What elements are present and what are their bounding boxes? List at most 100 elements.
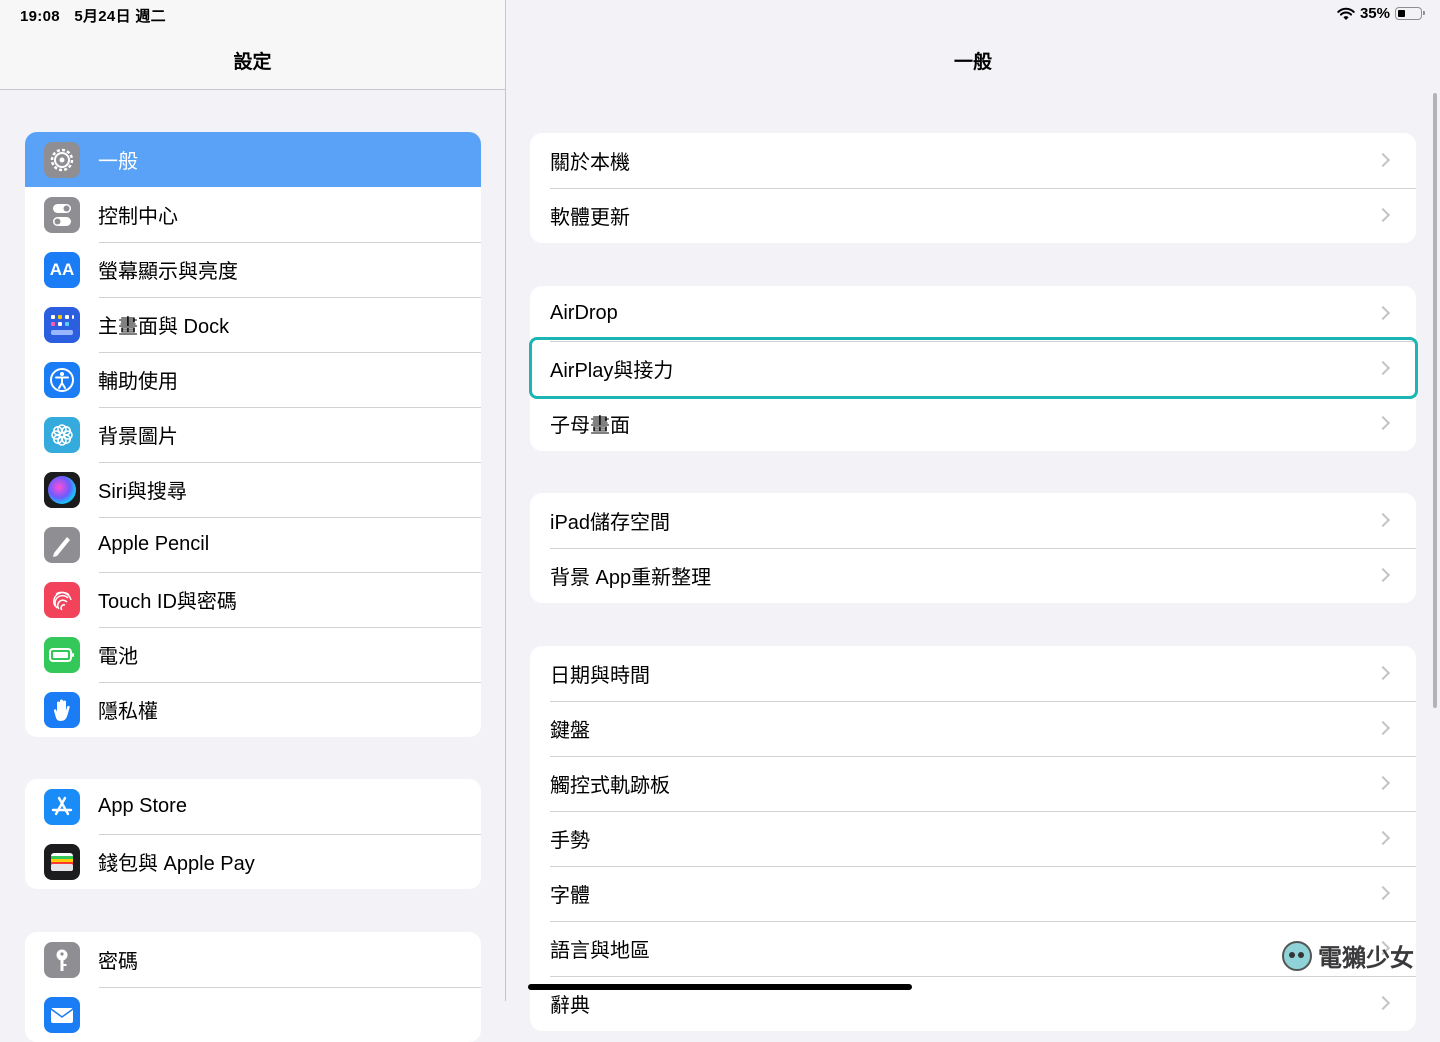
sidebar-item-battery[interactable]: 電池 — [25, 627, 481, 682]
sidebar-item-toggles[interactable]: 控制中心 — [25, 187, 481, 242]
settings-group-2: AirDrop AirPlay與接力 子母畫面 — [530, 286, 1416, 451]
text-size-icon: AA — [44, 251, 80, 288]
chevron-right-icon — [1375, 567, 1391, 583]
setting-label: 軟體更新 — [550, 207, 630, 229]
flower-icon — [44, 416, 80, 453]
sidebar-item-text-size[interactable]: AA 螢幕顯示與亮度 — [25, 242, 481, 297]
battery-percent: 35% — [1359, 5, 1390, 22]
sidebar-item-label: 控制中心 — [98, 206, 178, 228]
setting-label: iPad儲存空間 — [550, 512, 671, 534]
sidebar-item-label: 密碼 — [98, 951, 138, 973]
sidebar-item-label: 主畫面與 Dock — [98, 316, 230, 338]
app-store-icon — [44, 788, 80, 825]
setting-picture-in-picture[interactable]: 子母畫面 — [530, 396, 1416, 451]
sidebar-item-wallet[interactable]: 錢包與 Apple Pay — [25, 834, 481, 889]
sidebar-group-2: App Store 錢包與 Apple Pay — [25, 779, 481, 889]
setting-label: 鍵盤 — [550, 720, 590, 742]
setting-keyboard[interactable]: 鍵盤 — [530, 701, 1416, 756]
status-time-date: 19:08 5月24日 週二 — [20, 5, 176, 26]
watermark-logo-icon — [1282, 940, 1312, 971]
sidebar-item-label: Apple Pencil — [98, 533, 210, 555]
sidebar-group-3: 密碼 — [25, 932, 481, 1042]
key-icon — [44, 941, 80, 978]
sidebar-item-home-screen-grid[interactable]: 主畫面與 Dock — [25, 297, 481, 352]
chevron-right-icon — [1375, 885, 1391, 901]
wallet-icon — [44, 843, 80, 880]
sidebar-item-key[interactable]: 密碼 — [25, 932, 481, 987]
chevron-right-icon — [1375, 207, 1391, 223]
setting-background-app-refresh[interactable]: 背景 App重新整理 — [530, 548, 1416, 603]
chevron-right-icon — [1375, 720, 1391, 736]
sidebar-item-accessibility[interactable]: 輔助使用 — [25, 352, 481, 407]
setting-label: 日期與時間 — [550, 665, 650, 687]
setting-software-update[interactable]: 軟體更新 — [530, 188, 1416, 243]
setting-label: 字體 — [550, 885, 590, 907]
home-screen-grid-icon — [44, 306, 80, 343]
setting-airdrop[interactable]: AirDrop — [530, 286, 1416, 341]
sidebar-item-pencil[interactable]: Apple Pencil — [25, 517, 481, 572]
sidebar-item-flower[interactable]: 背景圖片 — [25, 407, 481, 462]
setting-label: 關於本機 — [550, 152, 630, 174]
battery-status-icon — [1395, 7, 1425, 20]
battery-fill — [1398, 10, 1406, 17]
sidebar-item-hand[interactable]: 隱私權 — [25, 682, 481, 737]
sidebar-item-label: Siri與搜尋 — [98, 481, 187, 503]
setting-airplay-handoff[interactable]: AirPlay與接力 — [530, 341, 1416, 396]
setting-label: 子母畫面 — [550, 415, 630, 437]
status-date: 5月24日 週二 — [74, 8, 166, 25]
setting-label: AirPlay與接力 — [550, 360, 674, 382]
main-title: 一般 — [953, 52, 992, 73]
split-divider — [505, 0, 506, 1001]
accessibility-icon — [44, 361, 80, 398]
setting-label: 背景 App重新整理 — [550, 567, 712, 589]
setting-date-time[interactable]: 日期與時間 — [530, 646, 1416, 701]
chevron-right-icon — [1375, 152, 1391, 168]
setting-gestures[interactable]: 手勢 — [530, 811, 1416, 866]
sidebar-item-mail[interactable] — [25, 987, 481, 1042]
chevron-right-icon — [1375, 995, 1391, 1011]
mail-icon — [44, 996, 80, 1033]
setting-label: 語言與地區 — [550, 940, 650, 962]
sidebar-item-label: Touch ID與密碼 — [98, 591, 237, 613]
setting-trackpad[interactable]: 觸控式軌跡板 — [530, 756, 1416, 811]
chevron-right-icon — [1375, 665, 1391, 681]
sidebar-item-label: 電池 — [98, 646, 138, 668]
pencil-icon — [44, 526, 80, 563]
home-indicator[interactable] — [528, 984, 912, 990]
toggles-icon — [44, 196, 80, 233]
battery-icon — [44, 636, 80, 673]
settings-group-3: iPad儲存空間背景 App重新整理 — [530, 493, 1416, 603]
sidebar-item-siri[interactable]: Siri與搜尋 — [25, 462, 481, 517]
sidebar-item-label: 螢幕顯示與亮度 — [98, 261, 238, 283]
scrollbar[interactable] — [1433, 93, 1437, 708]
sidebar-item-fingerprint[interactable]: Touch ID與密碼 — [25, 572, 481, 627]
setting-ipad-storage[interactable]: iPad儲存空間 — [530, 493, 1416, 548]
setting-about[interactable]: 關於本機 — [530, 133, 1416, 188]
hand-icon — [44, 691, 80, 728]
sidebar-group-1: 一般控制中心 AA 螢幕顯示與亮度 主畫面與 Dock 輔助使用背景圖片 Siri與搜尋 A… — [25, 132, 481, 737]
settings-group-4: 日期與時間鍵盤觸控式軌跡板 手勢字體語言與地區辭典 — [530, 646, 1416, 1031]
setting-fonts[interactable]: 字體 — [530, 866, 1416, 921]
chevron-right-icon — [1375, 305, 1391, 321]
sidebar-item-label: 錢包與 Apple Pay — [98, 853, 255, 875]
setting-label: 手勢 — [550, 830, 590, 852]
sidebar-item-gear[interactable]: 一般 — [25, 132, 481, 187]
sidebar: 設定 一般 控制中心 AA 螢幕顯示與亮度 主畫面與 Dock 輔助使用 背景圖片 Siri與… — [0, 0, 505, 1042]
status-time: 19:08 — [20, 8, 60, 25]
sidebar-item-label: App Store — [98, 795, 187, 817]
sidebar-item-label: 背景圖片 — [98, 426, 178, 448]
chevron-right-icon — [1375, 360, 1391, 376]
sidebar-item-app-store[interactable]: App Store — [25, 779, 481, 834]
setting-label: 觸控式軌跡板 — [550, 775, 670, 797]
sidebar-item-label: 隱私權 — [98, 701, 158, 723]
setting-label: AirDrop — [550, 302, 618, 324]
setting-label: 辭典 — [550, 995, 590, 1017]
chevron-right-icon — [1375, 512, 1391, 528]
chevron-right-icon — [1375, 415, 1391, 431]
settings-group-1: 關於本機 軟體更新 — [530, 133, 1416, 243]
watermark-text: 電獺少女 — [1318, 945, 1414, 972]
chevron-right-icon — [1375, 830, 1391, 846]
watermark: 電獺少女 — [1282, 938, 1414, 973]
chevron-right-icon — [1375, 775, 1391, 791]
status-indicators: 35% — [1337, 5, 1425, 22]
